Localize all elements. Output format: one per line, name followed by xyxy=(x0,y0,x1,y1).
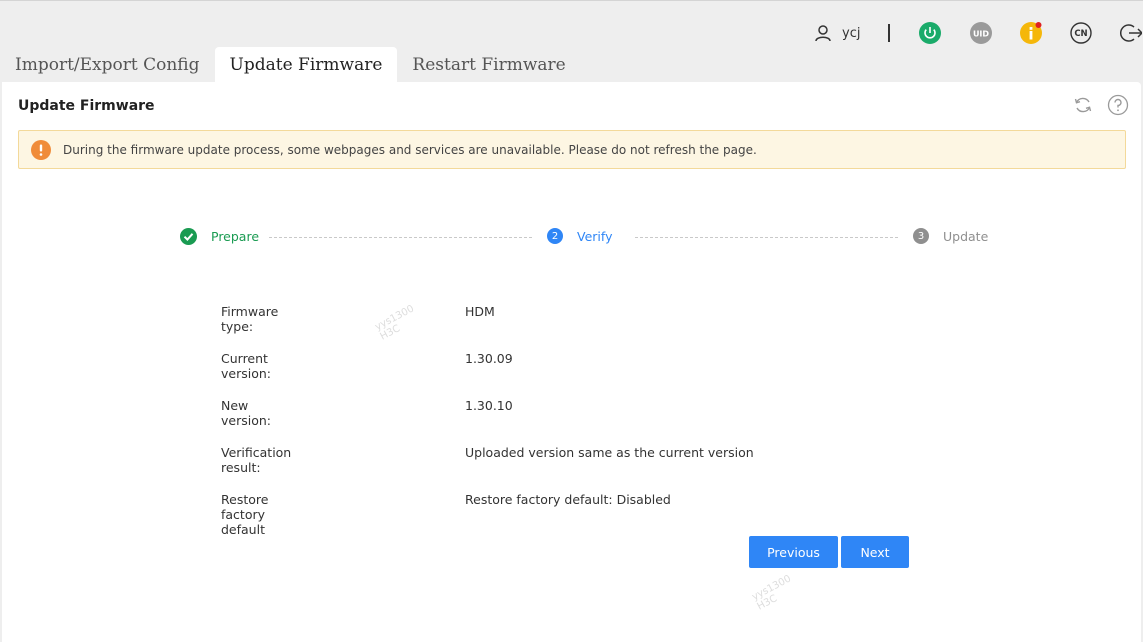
user-icon xyxy=(815,25,831,42)
info-value: HDM xyxy=(465,304,495,319)
watermark: yys1300 H3C xyxy=(750,573,794,613)
info-value: 1.30.10 xyxy=(465,398,513,413)
logout-icon[interactable] xyxy=(1120,22,1142,44)
step-verify: 2 Verify xyxy=(547,228,612,244)
language-icon[interactable]: CN xyxy=(1070,22,1092,44)
step-label: Update xyxy=(943,228,989,244)
info-label: New version: xyxy=(221,398,271,428)
info-value: Uploaded version same as the current ver… xyxy=(465,445,754,460)
header-divider xyxy=(888,24,890,42)
tab-bar: Import/Export Config Update Firmware Res… xyxy=(0,47,581,82)
info-value: 1.30.09 xyxy=(465,351,513,366)
info-label: Restore factory default xyxy=(221,492,269,537)
refresh-icon[interactable] xyxy=(1072,94,1094,116)
step-label: Prepare xyxy=(211,229,260,244)
power-icon[interactable] xyxy=(919,22,941,44)
alarm-info-icon[interactable] xyxy=(1020,22,1042,44)
main-panel: Update Firmware During the firmware upda… xyxy=(2,82,1141,642)
step-label: Verify xyxy=(577,228,613,244)
uid-label: UID xyxy=(973,30,989,39)
tab-import-export-config[interactable]: Import/Export Config xyxy=(0,47,215,82)
user-menu[interactable]: ycj xyxy=(814,23,860,43)
progress-stepper: Prepare 2 Verify 3 Update xyxy=(2,226,1141,248)
previous-button[interactable]: Previous xyxy=(749,536,838,568)
warning-icon xyxy=(31,139,51,160)
warning-alert: During the firmware update process, some… xyxy=(18,130,1126,169)
step-number: 3 xyxy=(913,228,929,244)
panel-title: Update Firmware xyxy=(18,98,155,114)
top-bar: ycj UID CN xyxy=(0,0,1143,48)
next-button[interactable]: Next xyxy=(841,536,909,568)
alert-text: During the firmware update process, some… xyxy=(63,142,757,157)
info-value: Restore factory default: Disabled xyxy=(465,492,671,507)
info-label: Firmware type: xyxy=(221,304,279,334)
step-connector xyxy=(635,237,898,238)
language-label: CN xyxy=(1074,29,1087,39)
uid-icon[interactable]: UID xyxy=(970,22,992,44)
step-connector xyxy=(269,237,532,238)
step-prepare: Prepare xyxy=(180,228,259,245)
check-circle-icon xyxy=(180,228,197,245)
username: ycj xyxy=(842,25,861,41)
info-label: Verification result: xyxy=(221,445,292,475)
watermark: yys1300 H3C xyxy=(373,303,417,343)
help-icon[interactable] xyxy=(1107,94,1129,116)
tab-restart-firmware[interactable]: Restart Firmware xyxy=(397,47,580,82)
step-update: 3 Update xyxy=(913,228,988,244)
info-label: Current version: xyxy=(221,351,271,381)
step-number: 2 xyxy=(547,228,563,244)
tab-update-firmware[interactable]: Update Firmware xyxy=(214,47,398,82)
